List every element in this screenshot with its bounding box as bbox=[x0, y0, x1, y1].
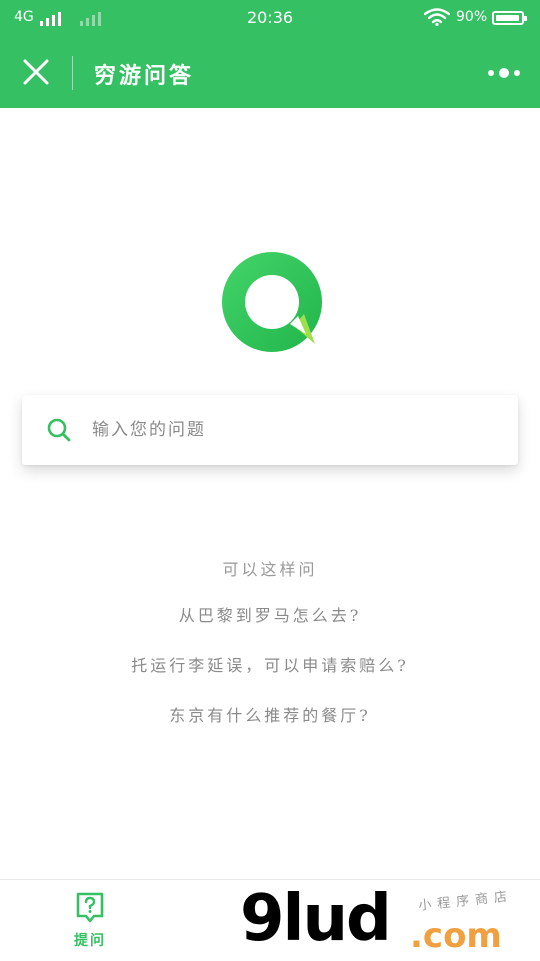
hint-title: 可以这样问 bbox=[222, 560, 318, 579]
suggestion-list: 从巴黎到罗马怎么去? 托运行李延误，可以申请索赔么? 东京有什么推荐的餐厅? bbox=[0, 604, 540, 754]
suggestion-item[interactable]: 托运行李延误，可以申请索赔么? bbox=[0, 654, 540, 704]
tab-ask-label: 提问 bbox=[74, 933, 106, 949]
bottom-nav: 提问 bbox=[0, 879, 540, 961]
qa-logo-icon bbox=[222, 252, 322, 352]
close-icon[interactable] bbox=[20, 56, 52, 88]
top-bar: 4G 20:36 90% 穷游问答 bbox=[0, 0, 540, 108]
search-box[interactable] bbox=[22, 395, 518, 465]
page-title: 穷游问答 bbox=[94, 64, 195, 89]
search-input[interactable] bbox=[92, 411, 492, 449]
battery-icon bbox=[492, 11, 527, 25]
wifi-icon bbox=[424, 8, 450, 26]
suggestion-item[interactable]: 东京有什么推荐的餐厅? bbox=[0, 704, 540, 754]
suggestion-item[interactable]: 从巴黎到罗马怎么去? bbox=[0, 604, 540, 654]
header-divider bbox=[72, 56, 73, 90]
tab-ask[interactable]: 提问 bbox=[60, 892, 120, 952]
header: 穷游问答 bbox=[0, 36, 540, 108]
question-icon bbox=[76, 892, 104, 923]
more-dots-icon[interactable] bbox=[488, 68, 520, 78]
battery-percent: 90% bbox=[456, 9, 488, 25]
search-icon bbox=[47, 418, 71, 442]
status-bar: 4G 20:36 90% bbox=[0, 0, 540, 36]
